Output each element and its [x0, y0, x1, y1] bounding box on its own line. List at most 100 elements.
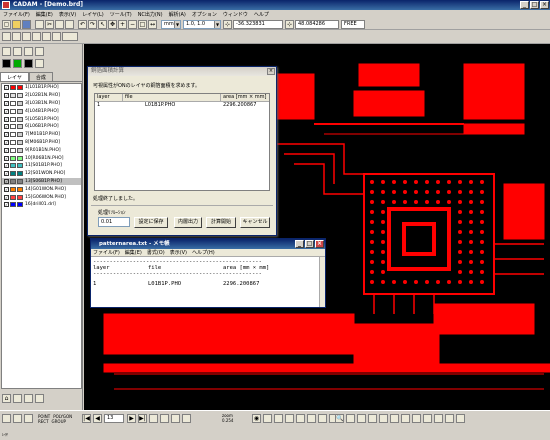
layer-visible-checkbox[interactable]: ✓ — [4, 178, 9, 184]
layer-color-swatch[interactable] — [10, 155, 16, 161]
layer-color-swatch[interactable] — [10, 178, 16, 184]
open-folder-icon[interactable] — [12, 19, 21, 29]
new-file-icon[interactable]: ▢ — [2, 19, 11, 29]
first-page-icon[interactable]: |◀ — [82, 414, 91, 423]
tool-e-icon[interactable] — [42, 32, 51, 41]
layer-color-swatch[interactable] — [10, 93, 16, 99]
notepad-menu-file[interactable]: ファイル(F) — [93, 249, 120, 256]
tool-c-icon[interactable] — [22, 32, 31, 41]
dialog-close-button[interactable]: × — [267, 68, 275, 75]
layer-row[interactable]: ✓ 3[L03B1N.PHO] — [2, 100, 81, 108]
layer-row[interactable]: ✓ 1[L01B1P.PHO] — [2, 84, 81, 92]
draw-a-icon[interactable] — [13, 394, 22, 403]
layer-visible-checkbox[interactable]: ✓ — [4, 124, 9, 130]
layer-visible-checkbox[interactable]: ✓ — [4, 147, 9, 153]
print-icon[interactable] — [35, 19, 44, 29]
layer-visible-checkbox[interactable]: ✓ — [4, 202, 9, 208]
layer-color-swatch-2[interactable] — [17, 93, 23, 99]
zoom-out-icon[interactable]: − — [128, 19, 137, 29]
layer-color-swatch-2[interactable] — [17, 202, 23, 208]
tab-composite[interactable]: 合成 — [28, 72, 53, 81]
layer-color-swatch-2[interactable] — [17, 147, 23, 153]
status-tool-1-icon[interactable] — [2, 414, 11, 423]
radio-rect[interactable]: RECT — [38, 419, 49, 424]
layer-color-swatch-2[interactable] — [17, 178, 23, 184]
zoom-tool-6-icon[interactable] — [390, 414, 399, 423]
layer-row[interactable]: ✓ 16[drill01.drl] — [2, 201, 81, 209]
layer-color-swatch[interactable] — [10, 202, 16, 208]
menu-analysis[interactable]: 解析(A) — [169, 11, 186, 18]
zoom-tool-12-icon[interactable] — [456, 414, 465, 423]
status-tool-2-icon[interactable] — [13, 414, 22, 423]
notepad-menu-view[interactable]: 表示(V) — [170, 249, 187, 256]
table-row[interactable]: 1 L01B1P.PHO 2296.200867 — [95, 102, 269, 110]
menu-view[interactable]: 表示(V) — [59, 11, 76, 18]
view-2-icon[interactable] — [263, 414, 272, 423]
maximize-button[interactable]: □ — [530, 1, 539, 9]
layer-color-swatch[interactable] — [10, 132, 16, 138]
layer-row[interactable]: ✓ 12[S01WON.PHO] — [2, 170, 81, 178]
notepad-minimize-button[interactable]: _ — [295, 240, 304, 248]
unit-select[interactable]: mm ▼ — [161, 19, 181, 29]
inner-layer-output-button[interactable]: 内層出力 — [174, 217, 202, 228]
zoom-tool-8-icon[interactable] — [412, 414, 421, 423]
layer-row[interactable]: ✓ 8[M06B1P.PHO] — [2, 139, 81, 147]
layer-color-swatch[interactable] — [10, 186, 16, 192]
save-icon[interactable] — [22, 19, 31, 29]
layer-color-swatch[interactable] — [10, 139, 16, 145]
layer-color2-icon[interactable] — [13, 59, 22, 68]
layer-color3-icon[interactable] — [24, 59, 33, 68]
layer-tool-2-icon[interactable] — [13, 47, 22, 56]
menu-tool[interactable]: ツール(T) — [110, 11, 132, 18]
layer-color-swatch-2[interactable] — [17, 139, 23, 145]
layer-visible-checkbox[interactable]: ✓ — [4, 108, 9, 114]
layer-color-swatch[interactable] — [10, 147, 16, 153]
view-7-icon[interactable] — [318, 414, 327, 423]
layer-tool-1-icon[interactable] — [2, 47, 11, 56]
layer-color-swatch-2[interactable] — [17, 116, 23, 122]
layer-color-swatch-2[interactable] — [17, 85, 23, 91]
layer-row[interactable]: ✓ 7[M01B1P.PHO] — [2, 131, 81, 139]
undo-icon[interactable]: ↶ — [78, 19, 87, 29]
zoom-tool-9-icon[interactable] — [423, 414, 432, 423]
snap-y-icon[interactable]: ⊹ — [285, 19, 294, 29]
layer-row[interactable]: ✓ 2[L02B1N.PHO] — [2, 92, 81, 100]
prev-page-icon[interactable]: ◀ — [93, 414, 102, 423]
last-page-icon[interactable]: ▶| — [138, 414, 147, 423]
layer-row[interactable]: ✓ 5[L05B1P.PHO] — [2, 115, 81, 123]
view-4-icon[interactable] — [285, 414, 294, 423]
radio-group[interactable]: GROUP — [52, 419, 66, 424]
notepad-menu-format[interactable]: 書式(O) — [147, 249, 165, 256]
tab-layer[interactable]: レイヤ — [0, 72, 29, 81]
view-3-icon[interactable] — [274, 414, 283, 423]
tool-g-icon[interactable] — [62, 32, 78, 41]
paste-icon[interactable] — [65, 19, 74, 29]
layer-visible-checkbox[interactable]: ✓ — [4, 116, 9, 122]
layer-color-swatch-2[interactable] — [17, 194, 23, 200]
copy-icon[interactable] — [55, 19, 64, 29]
layer-color4-icon[interactable] — [35, 59, 44, 68]
layer-color-swatch[interactable] — [10, 124, 16, 130]
layer-color-swatch[interactable] — [10, 85, 16, 91]
layer-row[interactable]: ✓ 13[S06B1P.PHO] — [2, 177, 81, 186]
notepad-maximize-button[interactable]: □ — [305, 240, 314, 248]
home-icon[interactable]: ⌂ — [2, 394, 11, 403]
calc-start-button[interactable]: 計算開始 — [206, 217, 236, 228]
layer-visible-checkbox[interactable]: ✓ — [4, 186, 9, 192]
zoom-tool-10-icon[interactable] — [434, 414, 443, 423]
snap-icon[interactable]: ⊹ — [223, 19, 232, 29]
page-d-icon[interactable] — [182, 414, 191, 423]
tool-a-icon[interactable] — [2, 32, 11, 41]
layer-visible-checkbox[interactable]: ✓ — [4, 100, 9, 106]
layer-row[interactable]: ✓ 9[R01B1N.PHO] — [2, 146, 81, 154]
zoom-tool-1-icon[interactable]: 🔍 — [335, 414, 344, 423]
menu-file[interactable]: ファイル(F) — [3, 11, 30, 18]
menu-window[interactable]: ウィンドウ — [223, 11, 248, 18]
menu-layer[interactable]: レイヤ(L) — [82, 11, 104, 18]
layer-color-swatch[interactable] — [10, 100, 16, 106]
layer-color-swatch-2[interactable] — [17, 163, 23, 169]
zoom-tool-3-icon[interactable] — [357, 414, 366, 423]
layer-color-swatch[interactable] — [10, 171, 16, 177]
layer-row[interactable]: ✓ 6[L06B1P.PHO] — [2, 123, 81, 131]
measure-icon[interactable]: ↔ — [148, 19, 157, 29]
